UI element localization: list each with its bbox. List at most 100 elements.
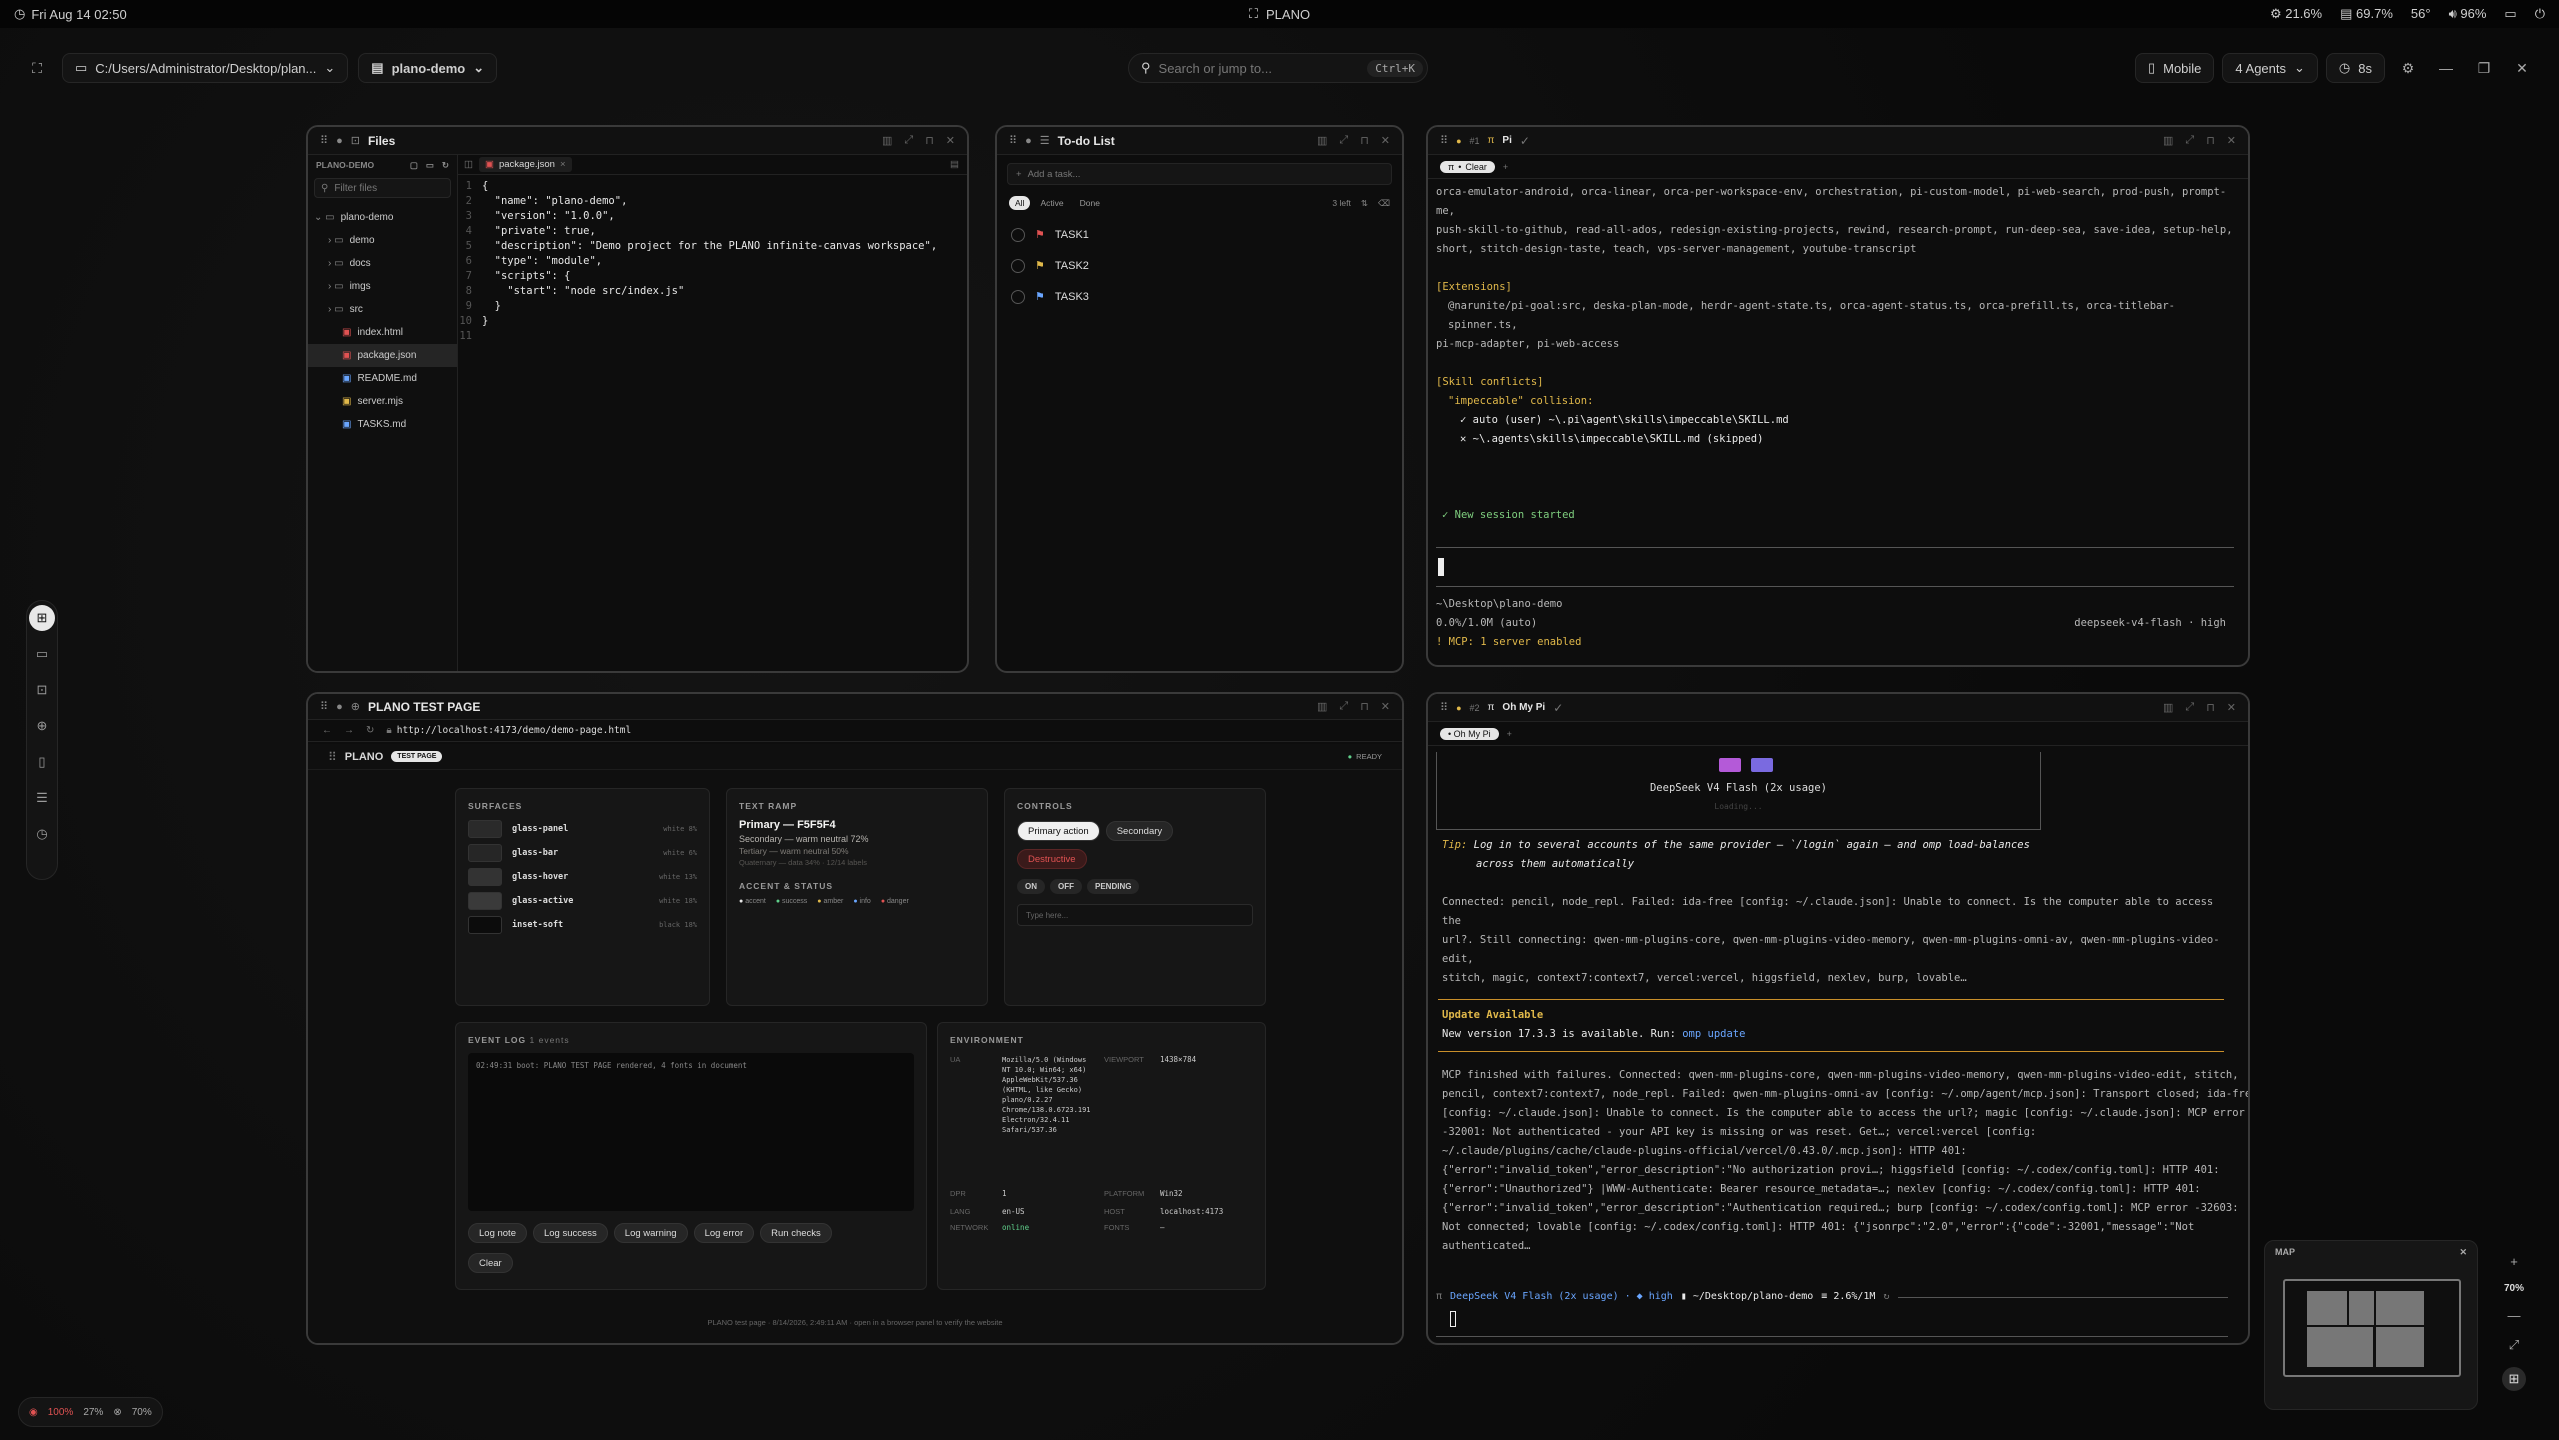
new-folder-icon[interactable]: ▭ — [426, 160, 434, 171]
split-icon[interactable]: ▥ — [2163, 134, 2173, 147]
expand-icon[interactable]: ⤢ — [2185, 701, 2194, 714]
clear-done-icon[interactable]: ⌫ — [1378, 198, 1390, 209]
close-icon[interactable]: ✕ — [2507, 53, 2537, 83]
tree-folder[interactable]: › ▭ imgs — [308, 275, 457, 298]
task-checkbox[interactable] — [1011, 289, 1025, 304]
cancel-icon[interactable]: ⊗ — [113, 1407, 121, 1418]
expand-icon[interactable]: ⤢ — [1339, 700, 1348, 713]
log-button[interactable]: Log error — [693, 1223, 755, 1243]
zoom-in-icon[interactable]: + — [2510, 1254, 2518, 1269]
tree-file[interactable]: ▣ README.md — [308, 367, 457, 390]
on-toggle[interactable]: ON — [1017, 879, 1045, 894]
drag-handle-icon[interactable]: ⠿ — [1440, 134, 1448, 147]
document-icon[interactable]: ▯ — [29, 749, 55, 775]
drag-handle-icon[interactable]: ⠿ — [320, 700, 328, 713]
agents-button[interactable]: 4 Agents ⌄ — [2222, 53, 2318, 83]
timer-icon[interactable]: ◷ — [29, 821, 55, 847]
clear-log-button[interactable]: Clear — [468, 1253, 513, 1273]
lock-icon[interactable]: ⊓ — [1360, 134, 1369, 147]
tree-folder[interactable]: ⌄ ▭ plano-demo — [308, 206, 457, 229]
canvas-icon[interactable]: ⛶ — [22, 53, 52, 83]
lock-icon[interactable]: ⊓ — [2206, 701, 2215, 714]
log-button[interactable]: Log warning — [613, 1223, 688, 1243]
terminal-icon[interactable]: ▭ — [29, 641, 55, 667]
close-icon[interactable]: ✕ — [2459, 1247, 2467, 1258]
settings-gear-icon[interactable]: ⚙ — [2393, 53, 2423, 83]
omp-panel-header[interactable]: ⠿ ● #2 π Oh My Pi ✓ ▥ ⤢ ⊓ ✕ — [1428, 694, 2248, 722]
globe-icon[interactable]: ⊕ — [29, 713, 55, 739]
close-icon[interactable]: ✕ — [946, 134, 955, 147]
filter-input[interactable]: ⚲ Filter files — [314, 178, 451, 198]
list-icon[interactable]: ☰ — [29, 785, 55, 811]
pi-panel-header[interactable]: ⠿ ● #1 π Pi ✓ ▥ ⤢ ⊓ ✕ — [1428, 127, 2248, 155]
display-icon[interactable]: ▭ — [2504, 6, 2516, 22]
filter-tab-all[interactable]: All — [1009, 196, 1031, 210]
split-icon[interactable]: ▥ — [2163, 701, 2173, 714]
type-here-input[interactable]: Type here... — [1017, 904, 1253, 926]
tree-folder[interactable]: › ▭ demo — [308, 229, 457, 252]
restore-icon[interactable]: ❐ — [2469, 53, 2499, 83]
task-item[interactable]: ⚑ TASK3 — [997, 281, 1402, 312]
lock-icon[interactable]: ⊓ — [1360, 700, 1369, 713]
drag-handle-icon[interactable]: ⠿ — [320, 134, 328, 147]
canvas-grid-icon[interactable]: ⊞ — [29, 605, 55, 631]
sort-icon[interactable]: ⇅ — [1361, 198, 1368, 209]
tree-file[interactable]: ▣ TASKS.md — [308, 413, 457, 436]
new-tab-icon[interactable]: + — [1503, 162, 1508, 172]
split-icon[interactable]: ▥ — [1317, 700, 1327, 713]
filter-tab-done[interactable]: Done — [1074, 196, 1106, 210]
pending-chip[interactable]: PENDING — [1087, 879, 1140, 894]
log-button[interactable]: Log success — [532, 1223, 608, 1243]
close-icon[interactable]: ✕ — [1381, 134, 1390, 147]
editor-tab[interactable]: ▣ package.json × — [478, 157, 572, 172]
filter-tab-active[interactable]: Active — [1034, 196, 1069, 210]
drag-handle-icon[interactable]: ⠿ — [1440, 701, 1448, 714]
minimap-toggle-icon[interactable]: ⊞ — [2502, 1367, 2526, 1391]
task-item[interactable]: ⚑ TASK2 — [997, 250, 1402, 281]
flag-icon[interactable]: ⚑ — [1035, 290, 1045, 303]
files-panel-header[interactable]: ⠿ ● ⊡ Files ▥ ⤢ ⊓ ✕ — [308, 127, 967, 155]
pi-session-tab[interactable]: π • Clear — [1440, 160, 1495, 173]
fit-icon[interactable]: ⤢ — [2509, 1337, 2519, 1353]
new-tab-icon[interactable]: + — [1507, 729, 1512, 739]
log-button[interactable]: Log note — [468, 1223, 527, 1243]
zoom-out-icon[interactable]: — — [2508, 1308, 2521, 1323]
log-button[interactable]: Run checks — [760, 1223, 832, 1243]
task-checkbox[interactable] — [1011, 258, 1025, 273]
secondary-button[interactable]: Secondary — [1105, 821, 1174, 841]
expand-icon[interactable]: ⤢ — [1339, 134, 1348, 147]
event-log-output[interactable]: 02:49:31 boot: PLANO TEST PAGE rendered,… — [468, 1053, 914, 1211]
refresh-icon[interactable]: ↻ — [1883, 1287, 1889, 1306]
off-toggle[interactable]: OFF — [1050, 879, 1082, 894]
search-box[interactable]: ⚲ Search or jump to... Ctrl+K — [1128, 53, 1428, 83]
omp-terminal-output[interactable]: Tip: Log in to several accounts of the s… — [1428, 836, 2248, 1256]
close-icon[interactable]: ✕ — [2227, 134, 2236, 147]
pi-terminal-output[interactable]: orca-emulator-android, orca-linear, orca… — [1428, 179, 2248, 525]
tree-folder[interactable]: › ▭ docs — [308, 252, 457, 275]
lock-icon[interactable]: ⊓ — [2206, 134, 2215, 147]
close-tab-icon[interactable]: × — [560, 159, 566, 170]
back-icon[interactable]: ← — [322, 725, 332, 736]
browser-panel-header[interactable]: ⠿ ● ⊕ PLANO TEST PAGE ▥ ⤢ ⊓ ✕ — [308, 694, 1402, 720]
drag-handle-icon[interactable]: ⠿ — [1009, 134, 1017, 147]
power-icon[interactable]: ⏻ — [2535, 6, 2545, 22]
split-icon[interactable]: ▥ — [882, 134, 892, 147]
workspace-selector[interactable]: ▤ plano-demo ⌄ — [358, 53, 498, 83]
code-content[interactable]: 1{2 "name": "plano-demo", 3 "version": "1… — [458, 175, 967, 344]
flag-icon[interactable]: ⚑ — [1035, 259, 1045, 272]
close-icon[interactable]: ✕ — [1381, 700, 1390, 713]
code-editor[interactable]: ◫ ▣ package.json × ▤ 1{2 "name": "plano-… — [458, 155, 967, 671]
save-icon[interactable]: ▤ — [950, 159, 959, 170]
tree-file[interactable]: ▣ index.html — [308, 321, 457, 344]
path-selector[interactable]: ▭ C:/Users/Administrator/Desktop/plan...… — [62, 53, 349, 83]
flag-icon[interactable]: ⚑ — [1035, 228, 1045, 241]
lock-icon[interactable]: ⊓ — [925, 134, 934, 147]
tree-folder[interactable]: › ▭ src — [308, 298, 457, 321]
add-task-input[interactable]: + Add a task... — [1007, 163, 1392, 185]
refresh-icon[interactable]: ↻ — [442, 160, 449, 171]
timer-button[interactable]: ◷ 8s — [2325, 53, 2385, 83]
forward-icon[interactable]: → — [344, 725, 354, 736]
files-icon[interactable]: ⊡ — [29, 677, 55, 703]
mobile-button[interactable]: ▯ Mobile — [2134, 53, 2215, 83]
expand-icon[interactable]: ⤢ — [2185, 134, 2194, 147]
